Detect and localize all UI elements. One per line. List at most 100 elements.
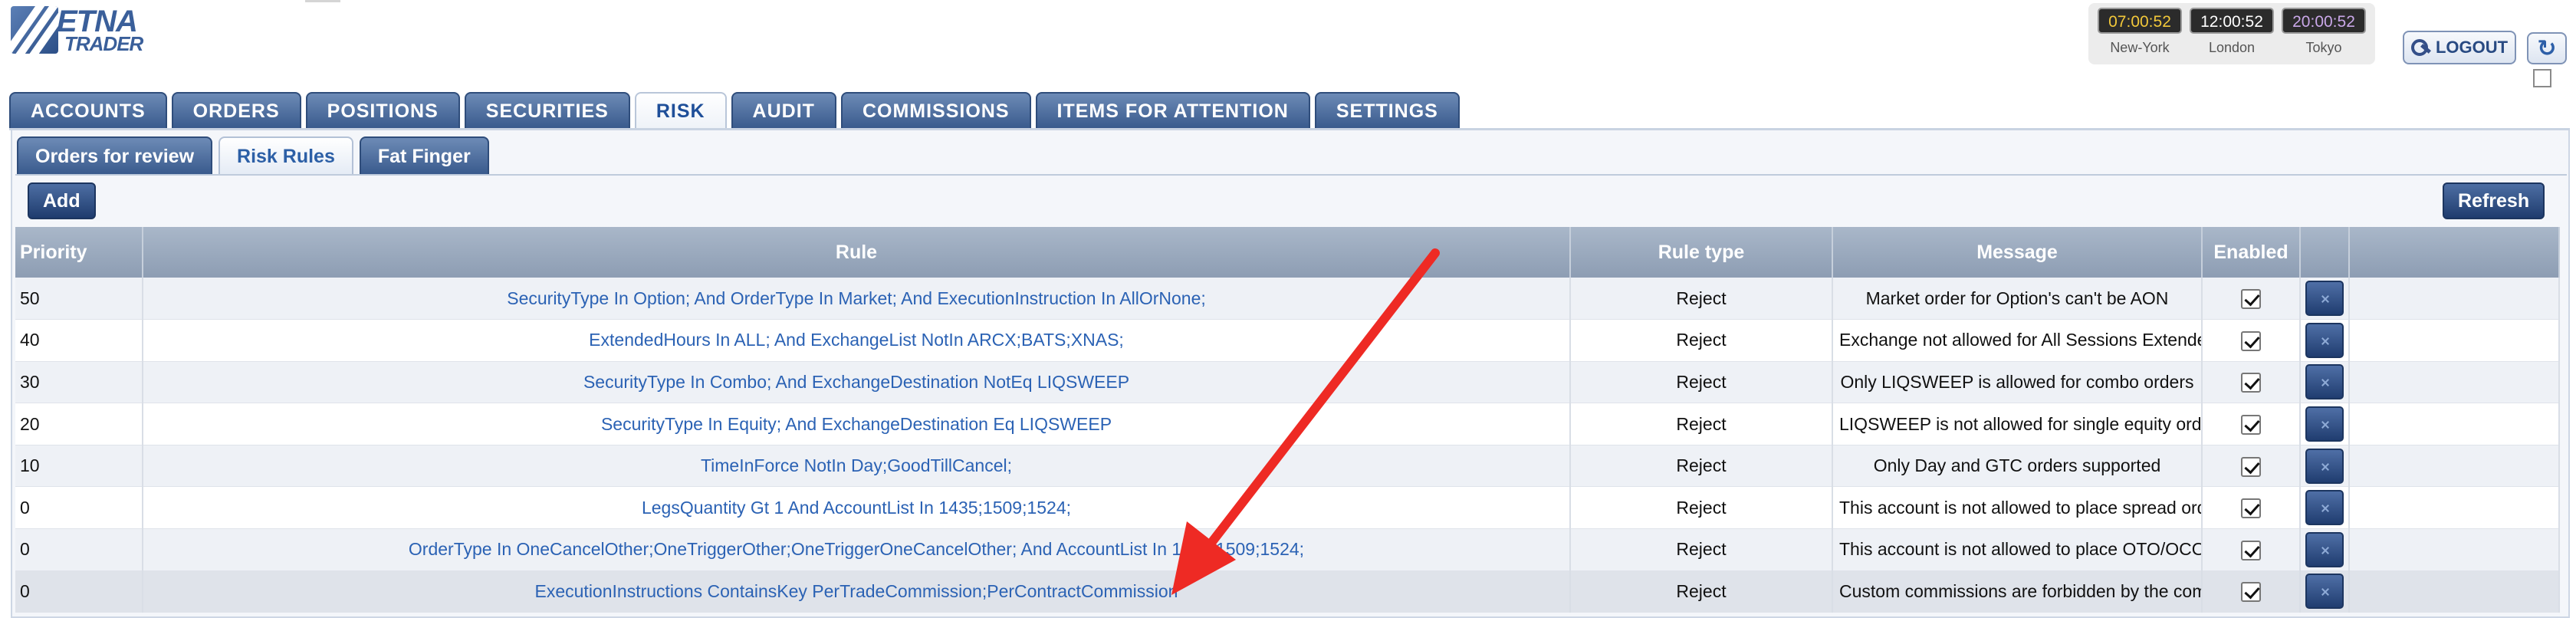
enabled-cell xyxy=(2202,319,2301,362)
tab-positions[interactable]: POSITIONS xyxy=(305,92,460,129)
column-header-rule-type[interactable]: Rule type xyxy=(1570,227,1833,278)
header-checkbox[interactable] xyxy=(2533,69,2551,87)
priority-cell: 40 xyxy=(15,319,143,362)
delete-rule-button[interactable] xyxy=(2305,281,2344,317)
priority-cell: 10 xyxy=(15,445,143,488)
column-header-actions xyxy=(2300,227,2350,278)
logo-line2: TRADER xyxy=(64,32,143,55)
table-row[interactable]: 0 LegsQuantity Gt 1 And AccountList In 14… xyxy=(15,486,2560,530)
message-cell: Exchange not allowed for All Sessions Ex… xyxy=(1832,319,2203,362)
table-row[interactable]: 0 ExecutionInstructions ContainsKey PerTr… xyxy=(15,570,2560,613)
key-icon xyxy=(2410,38,2431,58)
enabled-checkbox[interactable] xyxy=(2241,415,2261,436)
actions-cell xyxy=(2300,445,2350,488)
actions-cell xyxy=(2300,361,2350,404)
column-header-message[interactable]: Message xyxy=(1832,227,2203,278)
subtab-orders-for-review[interactable]: Orders for review xyxy=(17,136,213,175)
rule-cell[interactable]: TimeInForce NotIn Day;GoodTillCancel; xyxy=(143,445,1571,488)
refresh-icon: ↻ xyxy=(2537,35,2557,61)
filler-cell xyxy=(2349,445,2560,488)
logout-button[interactable]: LOGOUT xyxy=(2403,31,2516,64)
etna-trader-logo: ETNA TRADER xyxy=(11,6,161,54)
rule-type-cell: Reject xyxy=(1570,403,1833,445)
enabled-checkbox[interactable] xyxy=(2241,330,2261,351)
message-cell: This account is not allowed to place spr… xyxy=(1832,486,2203,530)
enabled-cell xyxy=(2202,445,2301,488)
tab-items-for-attention[interactable]: ITEMS FOR ATTENTION xyxy=(1035,92,1310,129)
filler-cell xyxy=(2349,403,2560,445)
clock-city: London xyxy=(2208,40,2256,55)
filler-cell xyxy=(2349,278,2560,321)
sub-tabs: Orders for review Risk Rules Fat Finger xyxy=(17,136,489,175)
enabled-cell xyxy=(2202,278,2301,321)
enabled-cell xyxy=(2202,528,2301,571)
enabled-checkbox[interactable] xyxy=(2241,498,2261,519)
delete-rule-button[interactable] xyxy=(2305,574,2344,610)
delete-rule-button[interactable] xyxy=(2305,406,2344,442)
clock-time: 12:00:52 xyxy=(2190,8,2274,34)
tab-risk[interactable]: RISK xyxy=(634,92,727,129)
delete-rule-button[interactable] xyxy=(2305,490,2344,526)
rule-type-cell: Reject xyxy=(1570,528,1833,571)
delete-rule-button[interactable] xyxy=(2305,531,2344,567)
enabled-checkbox[interactable] xyxy=(2241,289,2261,309)
add-button[interactable]: Add xyxy=(28,182,96,219)
priority-cell: 30 xyxy=(15,361,143,404)
filler-cell xyxy=(2349,486,2560,530)
delete-rule-button[interactable] xyxy=(2305,364,2344,400)
clock-time: 07:00:52 xyxy=(2098,8,2182,34)
tab-settings[interactable]: SETTINGS xyxy=(1314,92,1460,129)
delete-rule-button[interactable] xyxy=(2305,448,2344,484)
enabled-checkbox[interactable] xyxy=(2241,456,2261,477)
table-row[interactable]: 30 SecurityType In Combo; And ExchangeDes… xyxy=(15,361,2560,404)
column-header-rule[interactable]: Rule xyxy=(143,227,1571,278)
table-row[interactable]: 0 OrderType In OneCancelOther;OneTriggerO… xyxy=(15,528,2560,571)
actions-cell xyxy=(2300,403,2350,445)
table-row[interactable]: 10 TimeInForce NotIn Day;GoodTillCancel; R… xyxy=(15,445,2560,488)
message-cell: This account is not allowed to place OTO… xyxy=(1832,528,2203,571)
refresh-button[interactable]: Refresh xyxy=(2443,182,2545,219)
delete-rule-button[interactable] xyxy=(2305,322,2344,358)
rule-cell[interactable]: OrderType In OneCancelOther;OneTriggerOt… xyxy=(143,528,1571,571)
rule-cell[interactable]: SecurityType In Option; And OrderType In… xyxy=(143,278,1571,321)
refresh-page-button[interactable]: ↻ xyxy=(2527,32,2567,64)
column-header-enabled[interactable]: Enabled xyxy=(2202,227,2301,278)
filler-cell xyxy=(2349,361,2560,404)
enabled-cell xyxy=(2202,570,2301,613)
table-row[interactable]: 40 ExtendedHours In ALL; And ExchangeList… xyxy=(15,319,2560,362)
priority-cell: 0 xyxy=(15,528,143,571)
priority-cell: 0 xyxy=(15,570,143,613)
subtab-fat-finger[interactable]: Fat Finger xyxy=(359,136,489,175)
column-header-priority[interactable]: Priority xyxy=(15,227,143,278)
column-header-filler xyxy=(2349,227,2560,278)
tab-orders[interactable]: ORDERS xyxy=(171,92,301,129)
rule-cell[interactable]: LegsQuantity Gt 1 And AccountList In 143… xyxy=(143,486,1571,530)
message-cell: Market order for Option's can't be AON xyxy=(1832,278,2203,321)
top-divider xyxy=(305,0,340,2)
logout-label: LOGOUT xyxy=(2435,38,2509,57)
actions-cell xyxy=(2300,319,2350,362)
tab-securities[interactable]: SECURITIES xyxy=(464,92,630,129)
tab-audit[interactable]: AUDIT xyxy=(731,92,836,129)
rule-cell[interactable]: SecurityType In Combo; And ExchangeDesti… xyxy=(143,361,1571,404)
enabled-cell xyxy=(2202,361,2301,404)
actions-cell xyxy=(2300,570,2350,613)
tab-accounts[interactable]: ACCOUNTS xyxy=(9,92,167,129)
tab-commissions[interactable]: COMMISSIONS xyxy=(840,92,1031,129)
table-row[interactable]: 20 SecurityType In Equity; And ExchangeDe… xyxy=(15,403,2560,445)
rule-cell[interactable]: ExecutionInstructions ContainsKey PerTra… xyxy=(143,570,1571,613)
enabled-checkbox[interactable] xyxy=(2241,373,2261,393)
subtab-risk-rules[interactable]: Risk Rules xyxy=(219,136,353,175)
clock-time: 20:00:52 xyxy=(2282,8,2366,34)
clock-city: New-York xyxy=(2110,40,2170,55)
rule-cell[interactable]: SecurityType In Equity; And ExchangeDest… xyxy=(143,403,1571,445)
actions-cell xyxy=(2300,278,2350,321)
enabled-checkbox[interactable] xyxy=(2241,540,2261,560)
rule-cell[interactable]: ExtendedHours In ALL; And ExchangeList N… xyxy=(143,319,1571,362)
message-cell: Only LIQSWEEP is allowed for combo order… xyxy=(1832,361,2203,404)
clock-london: 12:00:52 London xyxy=(2190,8,2274,56)
enabled-checkbox[interactable] xyxy=(2241,582,2261,603)
clock-new-york: 07:00:52 New-York xyxy=(2098,8,2182,56)
message-cell: LIQSWEEP is not allowed for single equit… xyxy=(1832,403,2203,445)
table-row[interactable]: 50 SecurityType In Option; And OrderType … xyxy=(15,278,2560,321)
